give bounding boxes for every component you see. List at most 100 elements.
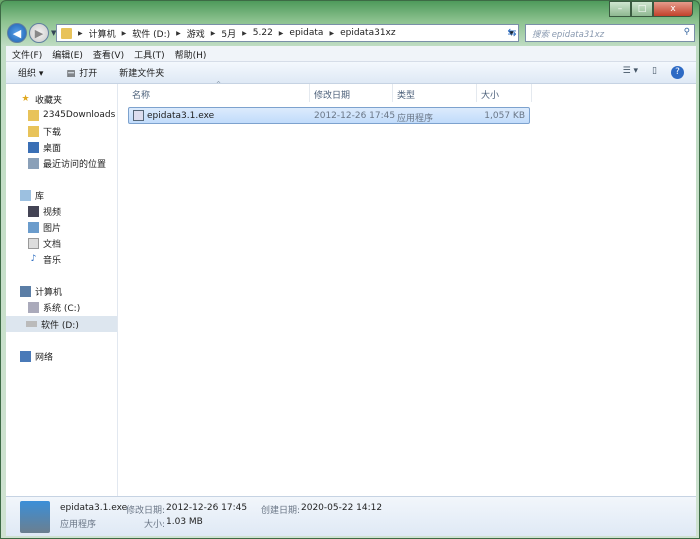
command-bar: 组织 ▾ ▤ 打开 新建文件夹 ☰ ▾ ▯ ? [6,62,696,84]
breadcrumb: ▶ 计算机 ▶ 软件 (D:) ▶ 游戏 ▶ 5月 ▶ 5.22 ▶ epidata ▶ epidata3… [78,27,396,40]
window-controls: – □ x [609,1,693,17]
column-divider[interactable] [476,84,477,102]
video-icon [28,205,39,217]
menu-help[interactable]: 帮助(H) [175,48,207,61]
installer-icon [20,501,50,533]
sidebar-label: 图片 [43,223,62,234]
sidebar-item-documents[interactable]: 文档 [28,235,61,251]
desktop-icon [28,141,39,153]
breadcrumb-arrow-icon[interactable]: ▶ [329,30,334,37]
address-bar[interactable]: ▶ 计算机 ▶ 软件 (D:) ▶ 游戏 ▶ 5月 ▶ 5.22 ▶ epidata ▶ epidata3… [56,24,519,42]
sidebar-libraries[interactable]: 库 [20,187,44,203]
menu-file[interactable]: 文件(F) [12,48,42,61]
search-input[interactable]: 搜索 epidata31xz ⚲ [525,24,695,42]
refresh-icon[interactable]: ⇆ [503,24,521,42]
column-type[interactable]: 类型 [397,88,415,101]
maximize-button[interactable]: □ [631,1,653,17]
sidebar-label: 音乐 [43,255,62,266]
sidebar-network[interactable]: 网络 [20,348,53,364]
star-icon: ★ [21,93,30,104]
detail-type: 应用程序 [60,520,97,530]
detail-size: 1.03 MB [166,517,203,527]
sidebar-item-videos[interactable]: 视频 [28,203,61,219]
column-divider[interactable] [531,84,532,102]
folder-icon [28,109,39,121]
search-placeholder: 搜索 epidata31xz [532,30,605,40]
sidebar-favorites[interactable]: ★ 收藏夹 [20,91,62,107]
column-size[interactable]: 大小 [481,88,499,101]
computer-icon [20,285,31,297]
navigation-buttons: ◀ ▶ ▼ [7,23,56,43]
detail-modified: 2012-12-26 17:45 [166,503,248,513]
folder-icon [61,27,72,39]
sidebar-item-music[interactable]: ♪ 音乐 [28,251,61,267]
breadcrumb-item[interactable]: 软件 (D:) [132,27,170,40]
explorer-window: – □ x ◀ ▶ ▼ ▶ 计算机 ▶ 软件 (D:) ▶ 游戏 ▶ 5月 ▶ 5.22 ▶ epid… [0,0,700,539]
preview-pane-icon[interactable]: ▯ [652,66,657,79]
breadcrumb-item[interactable]: 5月 [221,27,236,40]
search-icon[interactable]: ⚲ [684,27,690,37]
menu-edit[interactable]: 编辑(E) [52,48,83,61]
breadcrumb-arrow-icon[interactable]: ▶ [122,30,127,37]
sidebar-item-pictures[interactable]: 图片 [28,219,61,235]
view-options-icon[interactable]: ☰ ▾ [623,66,638,79]
file-size: 1,057 KB [484,111,525,121]
sidebar-item-recent[interactable]: 最近访问的位置 [28,155,106,171]
new-folder-button[interactable]: 新建文件夹 [119,66,164,79]
file-name: epidata3.1.exe [147,111,215,121]
library-icon [20,189,31,201]
column-modified[interactable]: 修改日期 [314,88,350,101]
open-button[interactable]: ▤ 打开 [65,66,98,80]
detail-name: epidata3.1.exe [60,503,128,513]
menu-tools[interactable]: 工具(T) [134,48,165,61]
breadcrumb-item[interactable]: 5.22 [253,28,273,38]
breadcrumb-item[interactable]: 游戏 [187,27,205,40]
music-icon: ♪ [30,253,37,264]
sidebar-item-drive-d[interactable]: 软件 (D:) [6,316,117,332]
sidebar-item-downloads[interactable]: 下载 [28,123,61,139]
sidebar-label: 计算机 [35,287,63,298]
sidebar-label: 最近访问的位置 [43,159,107,170]
file-modified: 2012-12-26 17:45 [314,111,396,121]
open-label: 打开 [79,68,98,79]
recent-places-icon [28,157,39,169]
sidebar-item-desktop[interactable]: 桌面 [28,139,61,155]
sidebar-label: 收藏夹 [35,95,63,106]
breadcrumb-item[interactable]: 计算机 [89,27,116,40]
system-drive-icon [28,301,39,313]
breadcrumb-arrow-icon[interactable]: ▶ [211,30,216,37]
folder-icon [28,125,39,137]
detail-modified-label: 修改日期: [126,506,166,516]
menu-bar: 文件(F) 编辑(E) 查看(V) 工具(T) 帮助(H) [6,46,696,62]
breadcrumb-arrow-icon[interactable]: ▶ [279,30,284,37]
file-type: 应用程序 [397,114,434,124]
organize-button[interactable]: 组织 ▾ [18,66,43,79]
drive-icon [26,321,37,327]
breadcrumb-item[interactable]: epidata31xz [340,28,396,38]
sidebar-label: 系统 (C:) [43,303,81,314]
minimize-button[interactable]: – [609,1,631,17]
network-icon [20,350,31,362]
sidebar-item-drive-c[interactable]: 系统 (C:) [28,299,80,315]
breadcrumb-arrow-icon[interactable]: ▶ [78,30,83,37]
menu-view[interactable]: 查看(V) [93,48,124,61]
back-button[interactable]: ◀ [7,23,27,43]
help-icon[interactable]: ? [671,66,684,79]
sidebar-computer[interactable]: 计算机 [20,283,62,299]
sort-arrow-icon: ^ [216,81,222,88]
detail-size-label: 大小: [144,520,166,530]
close-button[interactable]: x [653,1,693,17]
details-pane: epidata3.1.exe 应用程序 修改日期: 2012-12-26 17:… [6,496,696,536]
breadcrumb-item[interactable]: epidata [289,28,323,38]
sidebar-label: 软件 (D:) [41,320,79,331]
sidebar-label: 下载 [43,127,62,138]
column-name[interactable]: 名称 [132,88,150,101]
open-icon: ▤ [66,68,76,79]
file-row[interactable]: epidata3.1.exe 2012-12-26 17:45 应用程序 1,0… [128,107,530,124]
column-divider[interactable] [392,84,393,102]
breadcrumb-arrow-icon[interactable]: ▶ [176,30,181,37]
column-divider[interactable] [309,84,310,102]
forward-button[interactable]: ▶ [29,23,49,43]
breadcrumb-arrow-icon[interactable]: ▶ [242,30,247,37]
sidebar-item-2345downloads[interactable]: 2345Downloads [28,107,115,123]
